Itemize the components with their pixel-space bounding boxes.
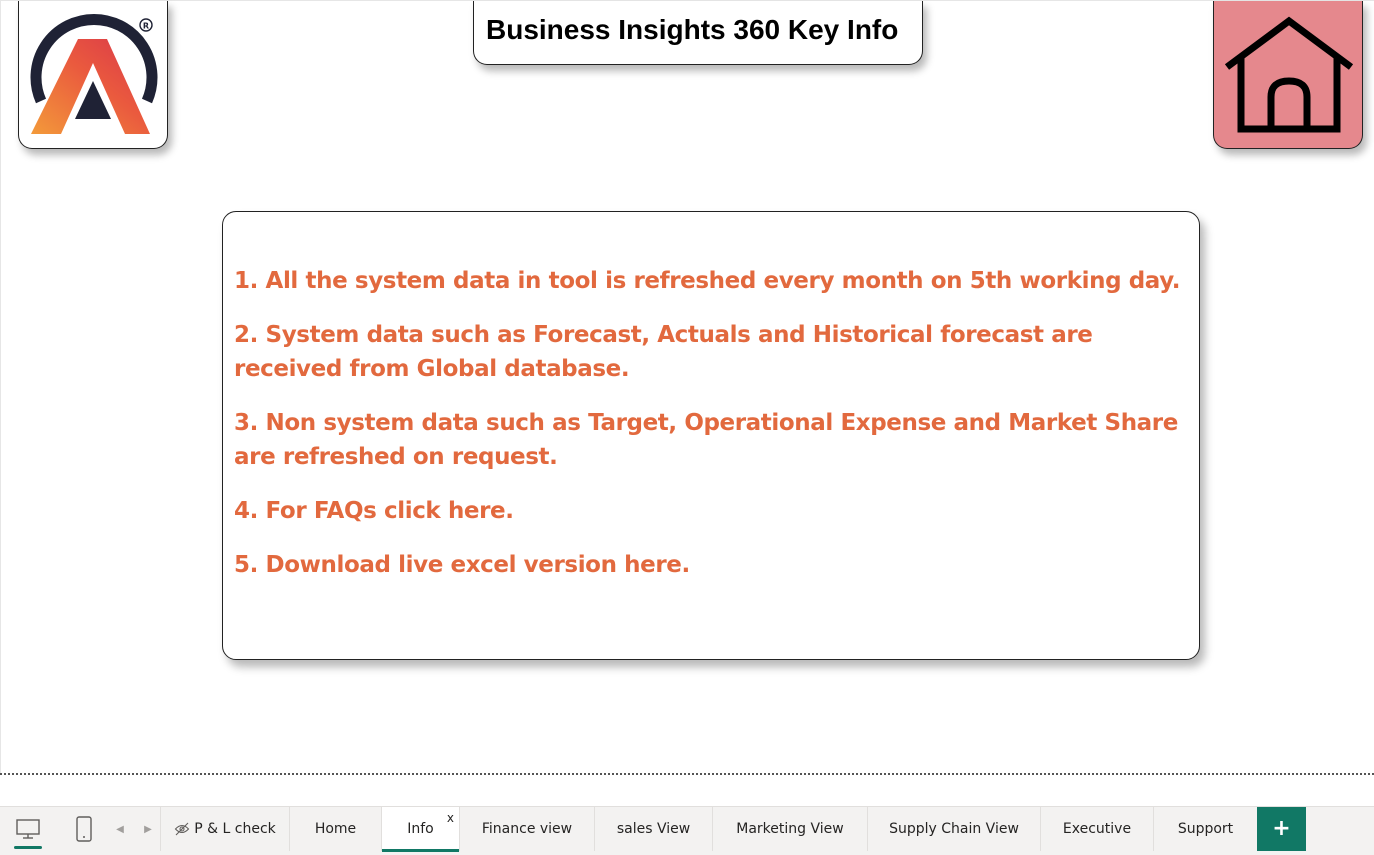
tab-label: Executive <box>1062 821 1132 837</box>
tab-label: Home <box>314 821 357 837</box>
tab-sales-view[interactable]: sales View <box>594 807 712 851</box>
tab-label: Supply Chain View <box>889 821 1019 837</box>
atliq-logo-icon: R <box>30 14 158 134</box>
logo-card: R <box>18 1 168 149</box>
tab-label: Info <box>407 821 434 837</box>
tab-label: Finance view <box>481 821 573 837</box>
page-divider <box>0 773 1374 775</box>
tab-info[interactable]: Info x <box>381 807 459 853</box>
hidden-page-icon <box>174 822 190 836</box>
tab-label: P & L check <box>194 821 276 837</box>
info-item-refresh: 1. All the system data in tool is refres… <box>234 268 1181 294</box>
tab-label: Marketing View <box>736 821 844 837</box>
tab-marketing-view[interactable]: Marketing View <box>712 807 867 851</box>
info-item-non-system-data: 3. Non system data such as Target, Opera… <box>234 410 1178 470</box>
close-tab-icon[interactable]: x <box>447 811 454 825</box>
tab-finance-view[interactable]: Finance view <box>459 807 594 851</box>
tab-scroll-left-icon[interactable]: ◀ <box>110 807 130 851</box>
home-icon <box>1224 16 1354 133</box>
desktop-icon <box>16 819 40 839</box>
tab-label: Support <box>1177 821 1234 837</box>
tab-support[interactable]: Support <box>1153 807 1257 851</box>
mobile-view-button[interactable] <box>56 807 112 851</box>
phone-icon <box>76 816 92 842</box>
add-page-button[interactable]: + <box>1257 807 1306 851</box>
tab-executive[interactable]: Executive <box>1040 807 1153 851</box>
canvas-edge <box>0 1 1 773</box>
home-button[interactable] <box>1213 1 1363 149</box>
report-canvas: R Business Insights 360 Key Info 1. All … <box>0 0 1374 855</box>
svg-text:R: R <box>143 22 149 31</box>
tab-home[interactable]: Home <box>289 807 381 851</box>
page-title: Business Insights 360 Key Info <box>486 14 899 45</box>
info-list: 1. All the system data in tool is refres… <box>234 264 1189 602</box>
desktop-view-button[interactable] <box>0 807 56 851</box>
tab-supply-chain-view[interactable]: Supply Chain View <box>867 807 1040 851</box>
download-excel-link[interactable]: 5. Download live excel version here. <box>234 548 1189 582</box>
tab-label: sales View <box>616 821 691 837</box>
info-card: 1. All the system data in tool is refres… <box>222 211 1200 660</box>
plus-icon: + <box>1272 816 1291 841</box>
page-tab-bar: ◀ ▶ P & L check Home Info x Finance view… <box>0 806 1374 853</box>
faq-link[interactable]: 4. For FAQs click here. <box>234 494 1189 528</box>
title-card: Business Insights 360 Key Info <box>473 1 923 65</box>
tab-scroll-right-icon[interactable]: ▶ <box>138 807 158 851</box>
info-item-system-data: 2. System data such as Forecast, Actuals… <box>234 322 1093 382</box>
tab-p-and-l-check[interactable]: P & L check <box>160 807 289 851</box>
